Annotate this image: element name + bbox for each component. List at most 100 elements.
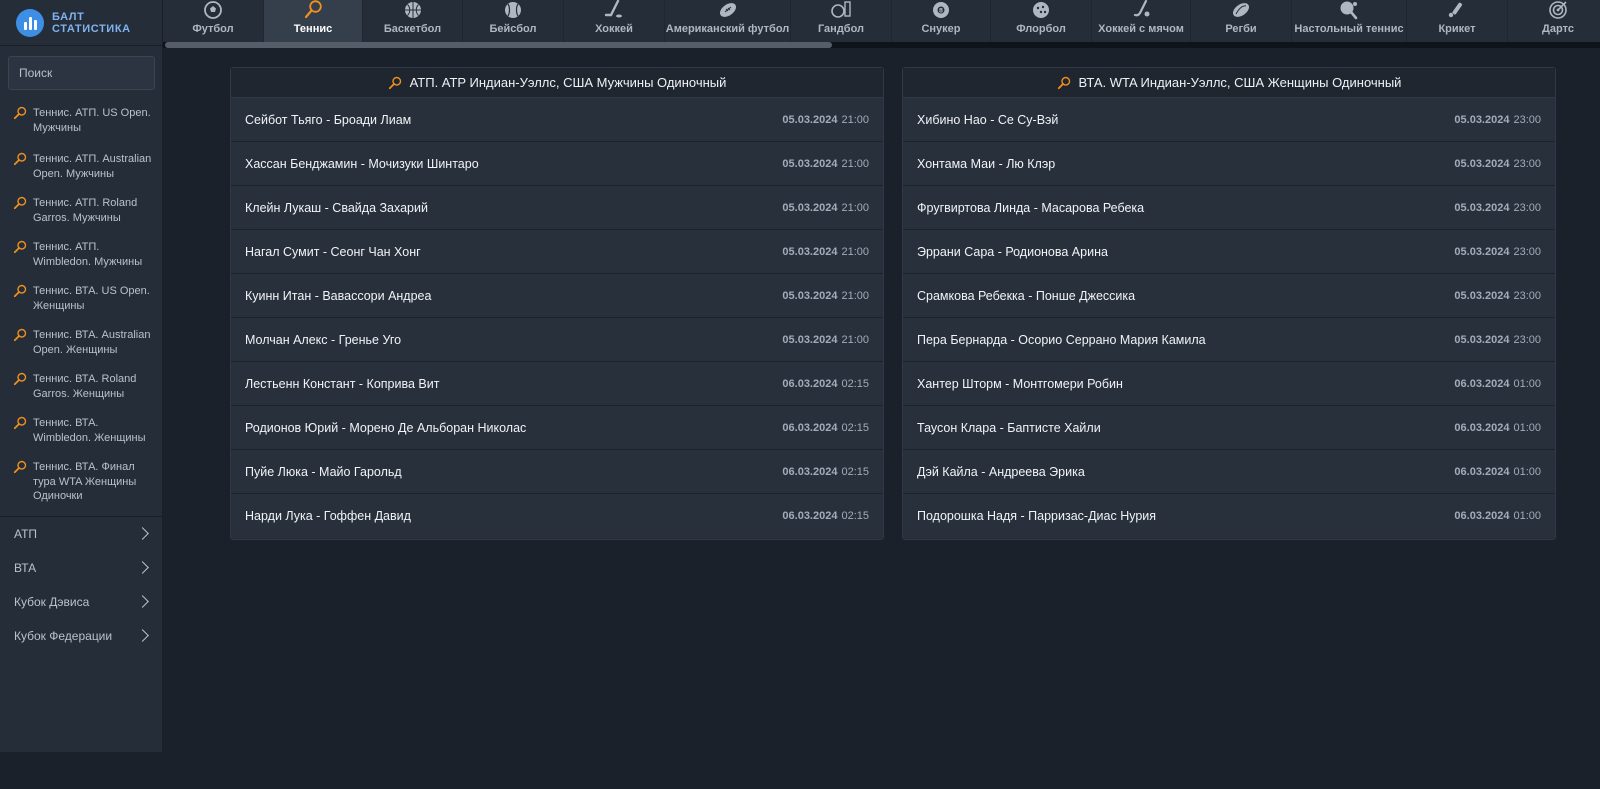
tournament-panel-wta: ВТА. WTA Индиан-Уэллс, США Женщины Одино… — [902, 67, 1556, 540]
sport-tab[interactable]: Настольный теннис — [1292, 0, 1407, 42]
sidebar-tournament-item[interactable]: Теннис. АТП. Roland Garros. Мужчины — [0, 189, 162, 233]
sidebar-tournament-item[interactable]: Теннис. ВТА. Wimbledon. Женщины — [0, 409, 162, 453]
match-row[interactable]: Пера Бернарда - Осорио Серрано Мария Кам… — [903, 318, 1555, 362]
match-name[interactable]: Подорошка Надя - Парризас-Диас Нурия — [917, 509, 1156, 523]
sidebar-category-item[interactable]: ВТА — [0, 551, 162, 585]
sport-tab[interactable]: Футбол — [163, 0, 264, 42]
match-name[interactable]: Хибино Нао - Се Су-Вэй — [917, 113, 1058, 127]
sport-tab-label: Футбол — [192, 23, 234, 35]
sport-tab[interactable]: Крикет — [1407, 0, 1508, 42]
match-row[interactable]: Таусон Клара - Баптисте Хайли 06.03.2024 0… — [903, 406, 1555, 450]
sport-tab[interactable]: Теннис — [264, 0, 363, 42]
nav-scrollbar[interactable] — [163, 42, 1600, 48]
match-date: 05.03.2024 — [782, 113, 838, 126]
sport-tab[interactable]: Гандбол — [791, 0, 892, 42]
nav-scrollbar-thumb[interactable] — [165, 42, 832, 48]
match-name[interactable]: Куинн Итан - Вавассори Андреа — [245, 289, 431, 303]
logo-text: БАЛТ СТАТИСТИКА — [52, 11, 131, 35]
match-row[interactable]: Эррани Сара - Родионова Арина 05.03.2024 2… — [903, 230, 1555, 274]
match-row[interactable]: Хибино Нао - Се Су-Вэй 05.03.2024 23:00 — [903, 98, 1555, 142]
match-row[interactable]: Фругвиртова Линда - Масарова Ребека 05.03… — [903, 186, 1555, 230]
chevron-right-icon — [136, 629, 149, 642]
search-input[interactable] — [8, 56, 155, 90]
match-row[interactable]: Срамкова Ребекка - Понше Джессика 05.03.2… — [903, 274, 1555, 318]
match-name[interactable]: Хантер Шторм - Монтгомери Робин — [917, 377, 1123, 391]
match-name[interactable]: Молчан Алекс - Гренье Уго — [245, 333, 401, 347]
sport-tab[interactable]: Хоккей — [564, 0, 665, 42]
match-datetime: 06.03.2024 01:00 — [1454, 466, 1541, 478]
match-name[interactable]: Дэй Кайла - Андреева Эрика — [917, 465, 1085, 479]
tennis-racket-icon — [13, 196, 27, 210]
match-row[interactable]: Молчан Алекс - Гренье Уго 05.03.2024 21:00 — [231, 318, 883, 362]
match-row[interactable]: Клейн Лукаш - Свайда Захарий 05.03.2024 21… — [231, 186, 883, 230]
match-row[interactable]: Пуйе Люка - Майо Гарольд 06.03.2024 02:15 — [231, 450, 883, 494]
sidebar-tournament-item[interactable]: Теннис. ВТА. Roland Garros. Женщины — [0, 365, 162, 409]
match-name[interactable]: Сейбот Тьяго - Броади Лиам — [245, 113, 411, 127]
match-datetime: 05.03.2024 21:00 — [782, 114, 869, 126]
sport-tab[interactable]: 8 Снукер — [892, 0, 991, 42]
sport-tab[interactable]: Хоккей с мячом — [1092, 0, 1191, 42]
match-date: 05.03.2024 — [1454, 113, 1510, 126]
sport-tab[interactable]: Бейсбол — [463, 0, 564, 42]
match-time: 02:15 — [841, 377, 869, 390]
match-row[interactable]: Хонтама Маи - Лю Клэр 05.03.2024 23:00 — [903, 142, 1555, 186]
match-name[interactable]: Эррани Сара - Родионова Арина — [917, 245, 1108, 259]
match-row[interactable]: Нагал Сумит - Сеонг Чан Хонг 05.03.2024 21… — [231, 230, 883, 274]
match-time: 21:00 — [841, 201, 869, 214]
match-date: 05.03.2024 — [782, 201, 838, 214]
match-row[interactable]: Дэй Кайла - Андреева Эрика 06.03.2024 01:0… — [903, 450, 1555, 494]
match-row[interactable]: Сейбот Тьяго - Броади Лиам 05.03.2024 21:0… — [231, 98, 883, 142]
sidebar-tournament-item[interactable]: Теннис. ВТА. Финал тура WTA Женщины Один… — [0, 453, 162, 516]
sidebar-tournament-item[interactable]: Теннис. АТП. Australian Open. Мужчины — [0, 145, 162, 189]
sport-tab[interactable]: Флорбол — [991, 0, 1092, 42]
match-name[interactable]: Родионов Юрий - Морено Де Альборан Никол… — [245, 421, 526, 435]
match-name[interactable]: Фругвиртова Линда - Масарова Ребека — [917, 201, 1144, 215]
match-name[interactable]: Пера Бернарда - Осорио Серрано Мария Кам… — [917, 333, 1206, 347]
chevron-right-icon — [136, 561, 149, 574]
tennis-racket-icon — [13, 152, 27, 166]
sport-tab-label: Хоккей — [595, 23, 633, 35]
tennis-racket-icon — [13, 460, 27, 474]
match-name[interactable]: Пуйе Люка - Майо Гарольд — [245, 465, 402, 479]
sport-tab[interactable]: Регби — [1191, 0, 1292, 42]
match-datetime: 05.03.2024 23:00 — [1454, 114, 1541, 126]
sport-tab[interactable]: Баскетбол — [363, 0, 463, 42]
match-row[interactable]: Родионов Юрий - Морено Де Альборан Никол… — [231, 406, 883, 450]
match-date: 05.03.2024 — [782, 157, 838, 170]
match-date: 06.03.2024 — [782, 421, 838, 434]
match-date: 06.03.2024 — [782, 510, 838, 522]
match-name[interactable]: Лестьенн Констант - Коприва Вит — [245, 377, 439, 391]
match-datetime: 05.03.2024 23:00 — [1454, 202, 1541, 214]
match-name[interactable]: Срамкова Ребекка - Понше Джессика — [917, 289, 1135, 303]
sidebar-category-item[interactable]: АТП — [0, 517, 162, 551]
match-row[interactable]: Хассан Бенджамин - Мочизуки Шинтаро 05.03… — [231, 142, 883, 186]
match-date: 06.03.2024 — [1454, 377, 1510, 390]
match-row[interactable]: Куинн Итан - Вавассори Андреа 05.03.2024 2… — [231, 274, 883, 318]
match-date: 05.03.2024 — [782, 289, 838, 302]
match-time: 23:00 — [1513, 157, 1541, 170]
match-name[interactable]: Таусон Клара - Баптисте Хайли — [917, 421, 1101, 435]
sidebar-category-item[interactable]: Кубок Дэвиса — [0, 585, 162, 619]
match-name[interactable]: Нарди Лука - Гоффен Давид — [245, 509, 411, 523]
match-name[interactable]: Хассан Бенджамин - Мочизуки Шинтаро — [245, 157, 479, 171]
match-row[interactable]: Лестьенн Констант - Коприва Вит 06.03.202… — [231, 362, 883, 406]
match-time: 21:00 — [841, 113, 869, 126]
sport-tab[interactable]: Дартс — [1508, 0, 1600, 42]
match-time: 21:00 — [841, 333, 869, 346]
match-name[interactable]: Нагал Сумит - Сеонг Чан Хонг — [245, 245, 421, 259]
sidebar-category-label: Кубок Федерации — [14, 628, 113, 643]
match-name[interactable]: Клейн Лукаш - Свайда Захарий — [245, 201, 428, 215]
sidebar-tournament-item[interactable]: Теннис. АТП. Wimbledon. Мужчины — [0, 233, 162, 277]
match-row[interactable]: Нарди Лука - Гоффен Давид 06.03.2024 02:15 — [231, 494, 883, 538]
match-name[interactable]: Хонтама Маи - Лю Клэр — [917, 157, 1055, 171]
match-row[interactable]: Хантер Шторм - Монтгомери Робин 06.03.202… — [903, 362, 1555, 406]
match-date: 06.03.2024 — [782, 465, 838, 478]
sidebar-category-item[interactable]: Кубок Федерации — [0, 619, 162, 653]
match-datetime: 05.03.2024 21:00 — [782, 202, 869, 214]
match-row[interactable]: Подорошка Надя - Парризас-Диас Нурия 06.0… — [903, 494, 1555, 538]
sidebar-tournament-item[interactable]: Теннис. АТП. US Open. Мужчины — [0, 98, 162, 145]
sidebar-tournament-item[interactable]: Теннис. ВТА. Australian Open. Женщины — [0, 321, 162, 365]
sport-tab[interactable]: Американский футбол — [665, 0, 791, 42]
site-logo[interactable]: БАЛТ СТАТИСТИКА — [0, 0, 162, 46]
sidebar-tournament-item[interactable]: Теннис. ВТА. US Open. Женщины — [0, 277, 162, 321]
